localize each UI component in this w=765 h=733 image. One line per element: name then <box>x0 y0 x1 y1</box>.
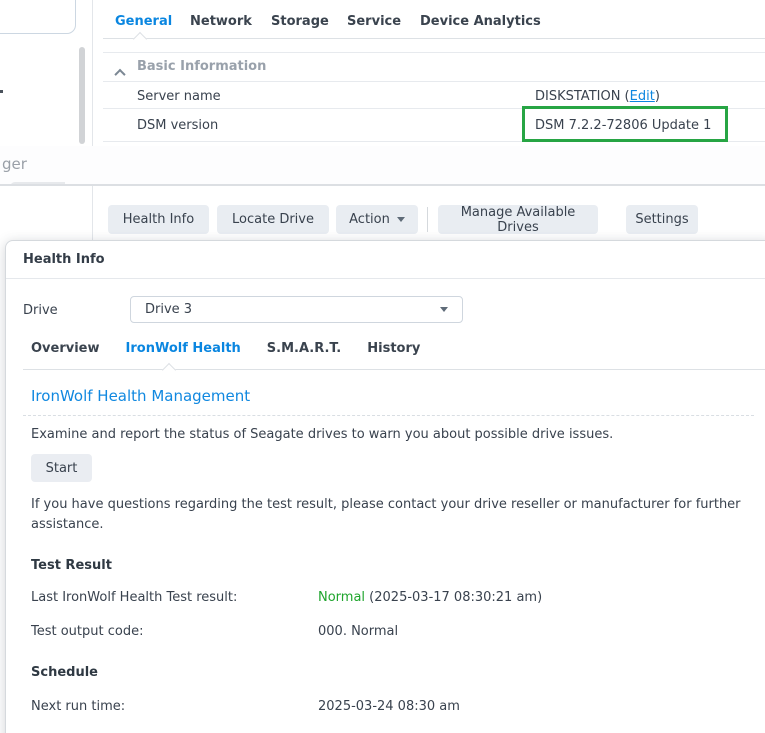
tab-storage[interactable]: Storage <box>271 14 329 29</box>
active-tab-notch <box>133 32 147 46</box>
health-info-dialog: Health Info Drive Drive 3 Overview IronW… <box>5 240 765 733</box>
status-timestamp: (2025-03-17 08:30:21 am) <box>365 590 542 605</box>
next-run-time-label: Next run time: <box>31 699 125 714</box>
start-button[interactable]: Start <box>31 454 92 482</box>
dropdown-caret-icon <box>397 217 405 222</box>
last-test-result-label: Last IronWolf Health Test result: <box>31 590 237 605</box>
drive-select-value: Drive 3 <box>145 297 192 322</box>
action-dropdown-button[interactable]: Action <box>336 205 418 234</box>
locate-drive-button[interactable]: Locate Drive <box>217 205 329 234</box>
health-info-button-label: Health Info <box>123 212 194 227</box>
settings-button[interactable]: Settings <box>626 205 698 234</box>
window-title-band: ger <box>0 146 765 186</box>
tab-general[interactable]: General <box>115 14 172 29</box>
drive-label: Drive <box>23 303 58 318</box>
panel-divider <box>92 0 93 146</box>
ironwolf-heading: IronWolf Health Management <box>31 387 250 405</box>
dashed-separator <box>23 415 754 416</box>
tab-smart[interactable]: S.M.A.R.T. <box>267 341 341 356</box>
status-normal: Normal <box>318 590 365 605</box>
server-name-text: DISKSTATION ( <box>535 89 630 104</box>
row-separator <box>103 81 765 82</box>
sidebar-text-fragment <box>0 90 3 93</box>
health-info-button[interactable]: Health Info <box>108 205 209 234</box>
tab-network[interactable]: Network <box>190 14 252 29</box>
note-text: If you have questions regarding the test… <box>31 495 743 535</box>
section-title[interactable]: Basic Information <box>137 59 266 74</box>
test-output-code-value: 000. Normal <box>318 624 398 639</box>
tab-service[interactable]: Service <box>347 14 401 29</box>
tab-device-analytics[interactable]: Device Analytics <box>420 14 541 29</box>
description-text: Examine and report the status of Seagate… <box>31 427 613 442</box>
select-caret-icon <box>440 307 448 312</box>
tab-history[interactable]: History <box>367 341 420 356</box>
dialog-title: Health Info <box>23 241 105 279</box>
tab-overview[interactable]: Overview <box>31 341 100 356</box>
row-separator <box>103 52 765 53</box>
collapse-chevron-icon[interactable] <box>116 62 124 81</box>
drive-select[interactable]: Drive 3 <box>130 296 463 323</box>
server-name-value: DISKSTATION (Edit) <box>535 89 660 104</box>
manage-available-drives-button[interactable]: Manage Available Drives <box>438 205 598 234</box>
server-name-suffix: ) <box>655 89 660 104</box>
dialog-tabs: Overview IronWolf Health S.M.A.R.T. Hist… <box>31 341 420 356</box>
test-output-code-label: Test output code: <box>31 624 143 639</box>
annotation-highlight-box <box>522 106 728 142</box>
dialog-header[interactable]: Health Info <box>6 241 765 279</box>
active-tab-notch <box>162 363 176 377</box>
dialog-tab-underline <box>23 369 765 370</box>
last-test-result-value: Normal (2025-03-17 08:30:21 am) <box>318 590 542 605</box>
locate-drive-button-label: Locate Drive <box>232 212 314 227</box>
window-title-fragment: ger <box>2 155 27 173</box>
dsm-version-label: DSM version <box>137 118 218 133</box>
edit-link[interactable]: Edit <box>630 89 655 104</box>
storage-toolbar: Health Info Locate Drive Action Manage A… <box>0 186 765 240</box>
schedule-heading: Schedule <box>31 665 98 680</box>
tab-ironwolf-health[interactable]: IronWolf Health <box>126 341 241 356</box>
manage-drives-button-label: Manage Available Drives <box>438 205 598 235</box>
tab-underline <box>103 38 765 39</box>
search-input-fragment[interactable] <box>0 0 76 34</box>
settings-button-label: Settings <box>635 212 688 227</box>
scrollbar-thumb[interactable] <box>79 47 85 144</box>
toolbar-separator <box>427 207 428 232</box>
panel-divider <box>92 186 93 240</box>
screenshot-root: General Network Storage Service Device A… <box>0 0 765 733</box>
next-run-time-value: 2025-03-24 08:30 am <box>318 699 460 714</box>
test-result-heading: Test Result <box>31 558 112 573</box>
action-button-label: Action <box>349 212 390 227</box>
server-name-label: Server name <box>137 89 221 104</box>
